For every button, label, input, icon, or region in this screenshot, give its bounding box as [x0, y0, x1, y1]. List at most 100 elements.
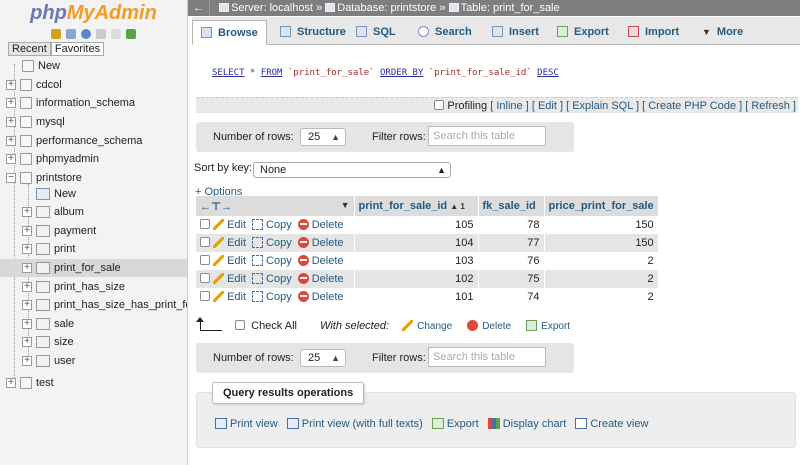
edit-row-link[interactable]: Edit — [227, 255, 246, 267]
print-view-full-link[interactable]: Print view (with full texts) — [302, 418, 423, 430]
row-checkbox[interactable] — [200, 291, 210, 301]
back-arrow-icon[interactable]: ← — [188, 0, 210, 16]
column-header-price-print-for-sale[interactable]: price_print_for_sale — [544, 196, 659, 216]
tab-structure[interactable]: Structure — [272, 20, 347, 45]
logout-icon[interactable] — [65, 29, 76, 40]
tree-db-cdcol[interactable]: + cdcol — [0, 76, 187, 94]
cell-fk-sale-id[interactable]: 74 — [478, 288, 545, 306]
tree-item-new-table[interactable]: New — [0, 185, 187, 203]
favorites-tab[interactable]: Favorites — [50, 42, 105, 56]
cell-price[interactable]: 2 — [544, 288, 659, 306]
tree-table-print[interactable]: + print — [0, 240, 187, 258]
export-link[interactable]: Export — [447, 418, 479, 430]
reload-icon[interactable] — [126, 29, 137, 40]
breadcrumb-table[interactable]: Table: print_for_sale — [448, 2, 560, 14]
expand-icon[interactable]: + — [22, 244, 32, 254]
copy-row-link[interactable]: Copy — [266, 291, 292, 303]
recent-tab[interactable]: Recent — [8, 42, 51, 56]
tab-import[interactable]: Import — [620, 20, 680, 45]
copy-row-link[interactable]: Copy — [266, 255, 292, 267]
docs-icon[interactable] — [96, 29, 107, 40]
delete-row-link[interactable]: Delete — [312, 219, 344, 231]
copy-row-link[interactable]: Copy — [266, 273, 292, 285]
delete-row-link[interactable]: Delete — [312, 255, 344, 267]
collapse-icon[interactable]: − — [6, 173, 16, 183]
create-php-code-link[interactable]: [ Create PHP Code ] — [642, 100, 742, 112]
tree-table-album[interactable]: + album — [0, 203, 187, 221]
cell-fk-sale-id[interactable]: 75 — [478, 270, 545, 288]
edit-row-link[interactable]: Edit — [227, 273, 246, 285]
tree-db-performance-schema[interactable]: + performance_schema — [0, 132, 187, 150]
tree-db-phpmyadmin[interactable]: + phpmyadmin — [0, 150, 187, 168]
expand-icon[interactable]: + — [6, 154, 16, 164]
column-resize-header[interactable]: ←⊤→ ▼ — [196, 196, 355, 216]
bulk-export-button[interactable]: Export — [541, 321, 570, 332]
refresh-link[interactable]: [ Refresh ] — [745, 100, 796, 112]
tree-table-print-has-size-has-print-for[interactable]: + print_has_size_has_print_for — [0, 296, 187, 314]
copy-row-link[interactable]: Copy — [266, 237, 292, 249]
row-checkbox[interactable] — [200, 219, 210, 229]
cell-fk-sale-id[interactable]: 77 — [478, 234, 545, 252]
cell-fk-sale-id[interactable]: 76 — [478, 252, 545, 270]
cell-price[interactable]: 2 — [544, 252, 659, 270]
profiling-checkbox[interactable] — [434, 100, 445, 110]
expand-icon[interactable]: + — [22, 337, 32, 347]
edit-row-link[interactable]: Edit — [227, 219, 246, 231]
expand-icon[interactable]: + — [22, 319, 32, 329]
rows-select[interactable]: 25 ▲ — [300, 349, 346, 367]
explain-sql-link[interactable]: [ Explain SQL ] — [566, 100, 639, 112]
help-icon[interactable] — [80, 29, 91, 40]
cell-print-for-sale-id[interactable]: 101 — [354, 288, 479, 306]
column-header-print-for-sale-id[interactable]: print_for_sale_id ▲ 1 — [354, 196, 479, 216]
tree-item-new[interactable]: New — [0, 57, 187, 75]
cell-price[interactable]: 150 — [544, 216, 659, 234]
expand-icon[interactable]: + — [6, 136, 16, 146]
expand-icon[interactable]: + — [22, 356, 32, 366]
tree-db-test[interactable]: + test — [0, 374, 187, 392]
settings-icon[interactable] — [111, 29, 122, 40]
expand-icon[interactable]: + — [22, 263, 32, 273]
expand-icon[interactable]: + — [22, 300, 32, 310]
tree-table-user[interactable]: + user — [0, 352, 187, 370]
cell-fk-sale-id[interactable]: 78 — [478, 216, 545, 234]
filter-rows-input[interactable]: Search this table — [428, 347, 546, 367]
cell-print-for-sale-id[interactable]: 104 — [354, 234, 479, 252]
delete-row-link[interactable]: Delete — [312, 237, 344, 249]
row-checkbox[interactable] — [200, 237, 210, 247]
expand-icon[interactable]: + — [6, 378, 16, 388]
breadcrumb-database[interactable]: Database: printstore — [325, 2, 436, 14]
tab-sql[interactable]: SQL — [348, 20, 397, 45]
sort-by-key-select[interactable]: None ▲ — [253, 162, 451, 178]
phpmyadmin-logo[interactable]: phpMyAdmin — [0, 0, 187, 28]
create-view-link[interactable]: Create view — [590, 418, 648, 430]
expand-icon[interactable]: + — [6, 80, 16, 90]
column-header-fk-sale-id[interactable]: fk_sale_id — [478, 196, 545, 216]
row-checkbox[interactable] — [200, 273, 210, 283]
check-all-label[interactable]: Check All — [251, 320, 297, 332]
edit-row-link[interactable]: Edit — [227, 291, 246, 303]
filter-rows-input[interactable]: Search this table — [428, 126, 546, 146]
tree-table-size[interactable]: + size — [0, 333, 187, 351]
tab-search[interactable]: Search — [410, 20, 473, 45]
cell-print-for-sale-id[interactable]: 103 — [354, 252, 479, 270]
display-chart-link[interactable]: Display chart — [503, 418, 567, 430]
print-view-link[interactable]: Print view — [230, 418, 278, 430]
expand-icon[interactable]: + — [22, 282, 32, 292]
edit-link[interactable]: [ Edit ] — [532, 100, 563, 112]
tab-export[interactable]: Export — [549, 20, 610, 45]
row-checkbox[interactable] — [200, 255, 210, 265]
tree-table-print-has-size[interactable]: + print_has_size — [0, 278, 187, 296]
expand-icon[interactable]: + — [22, 207, 32, 217]
tree-db-information-schema[interactable]: + information_schema — [0, 94, 187, 112]
sql-query-text[interactable]: SELECT * FROM `print_for_sale` ORDER BY … — [212, 68, 559, 78]
delete-row-link[interactable]: Delete — [312, 291, 344, 303]
cell-price[interactable]: 2 — [544, 270, 659, 288]
tree-db-mysql[interactable]: + mysql — [0, 113, 187, 131]
inline-link[interactable]: [ Inline ] — [490, 100, 529, 112]
bulk-delete-button[interactable]: Delete — [482, 321, 511, 332]
breadcrumb-server[interactable]: Server: localhost — [219, 2, 313, 14]
tab-browse[interactable]: Browse — [192, 20, 267, 45]
tree-table-sale[interactable]: + sale — [0, 315, 187, 333]
rows-select[interactable]: 25 ▲ — [300, 128, 346, 146]
cell-print-for-sale-id[interactable]: 105 — [354, 216, 479, 234]
